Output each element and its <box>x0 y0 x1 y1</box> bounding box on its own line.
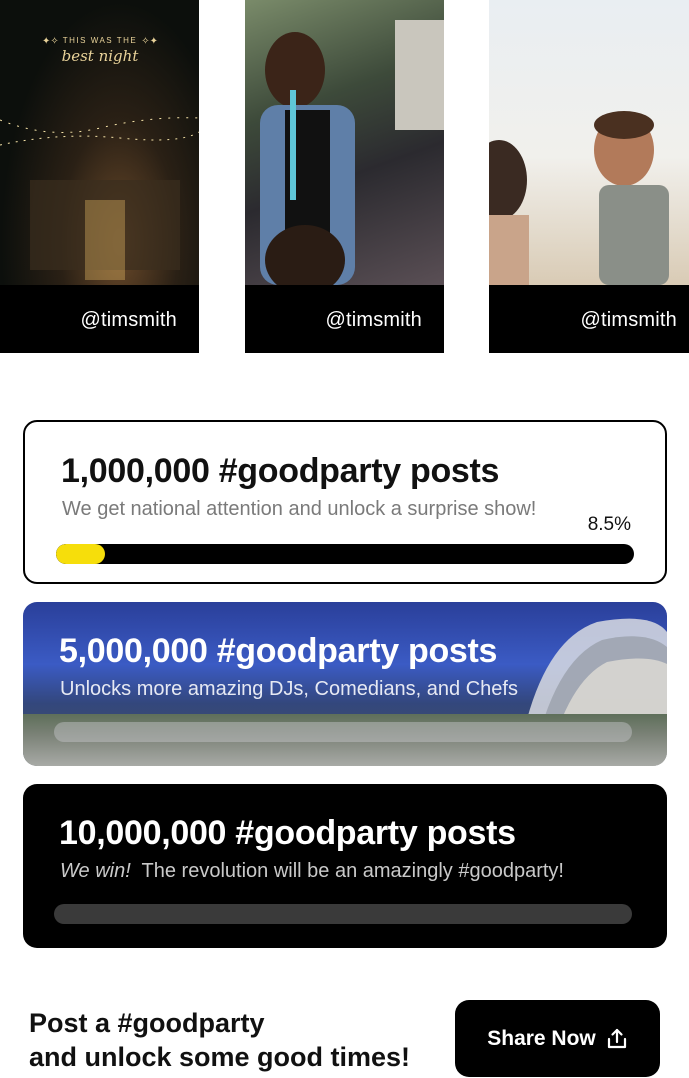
goal-title: 10,000,000 #goodparty posts <box>59 814 516 852</box>
cta-line-2: and unlock some good times! <box>29 1042 411 1072</box>
progress-percent: 8.5% <box>587 514 631 535</box>
progress-bar <box>54 904 632 924</box>
username-handle: @timsmith <box>80 309 177 331</box>
goal-title: 5,000,000 #goodparty posts <box>59 632 498 670</box>
goal-title: 1,000,000 #goodparty posts <box>61 452 500 490</box>
share-now-label: Share Now <box>487 1026 596 1050</box>
progress-bar <box>54 722 632 742</box>
username-handle: @timsmith <box>325 309 422 331</box>
photo-caption: @timsmith <box>0 285 199 353</box>
beach-figures <box>489 111 669 285</box>
goal-subtitle: We win! The revolution will be an amazin… <box>60 860 564 883</box>
photo-overlay-text: ✦✧ ✧✦ THIS WAS THE best night <box>42 36 158 65</box>
cta-heading: Post a #goodparty and unlock some good t… <box>29 1006 410 1074</box>
goal-card-1m: 1,000,000 #goodparty posts We get nation… <box>23 420 667 584</box>
goal-subtitle: We get national attention and unlock a s… <box>62 498 537 520</box>
photo-caption: @timsmith <box>245 285 444 353</box>
share-now-button[interactable]: Share Now <box>455 1000 660 1077</box>
goal-subtitle-emphasis: We win! <box>60 860 131 882</box>
photo-card-2[interactable]: @timsmith <box>245 0 444 353</box>
goal-card-5m: 5,000,000 #goodparty posts Unlocks more … <box>23 602 667 766</box>
party-photo-festival <box>245 0 444 285</box>
photo-card-1[interactable]: ✦✧ ✧✦ THIS WAS THE best night @timsmith <box>0 0 199 353</box>
party-photo-beach <box>489 0 689 285</box>
progress-fill <box>56 544 106 564</box>
cta-line-1: Post a #goodparty <box>29 1008 265 1038</box>
goal-card-10m: 10,000,000 #goodparty posts We win! The … <box>23 784 667 948</box>
goal-subtitle-text: The revolution will be an amazingly #goo… <box>141 860 564 882</box>
share-upload-icon <box>606 1028 628 1050</box>
party-photo-night: ✦✧ ✧✦ THIS WAS THE best night <box>0 0 199 285</box>
photo-caption: @timsmith <box>489 285 689 353</box>
photo-card-3[interactable]: @timsmith <box>489 0 689 353</box>
goal-subtitle: Unlocks more amazing DJs, Comedians, and… <box>60 678 518 700</box>
festival-figure <box>260 20 444 285</box>
progress-bar <box>56 544 634 564</box>
username-handle: @timsmith <box>580 309 677 331</box>
